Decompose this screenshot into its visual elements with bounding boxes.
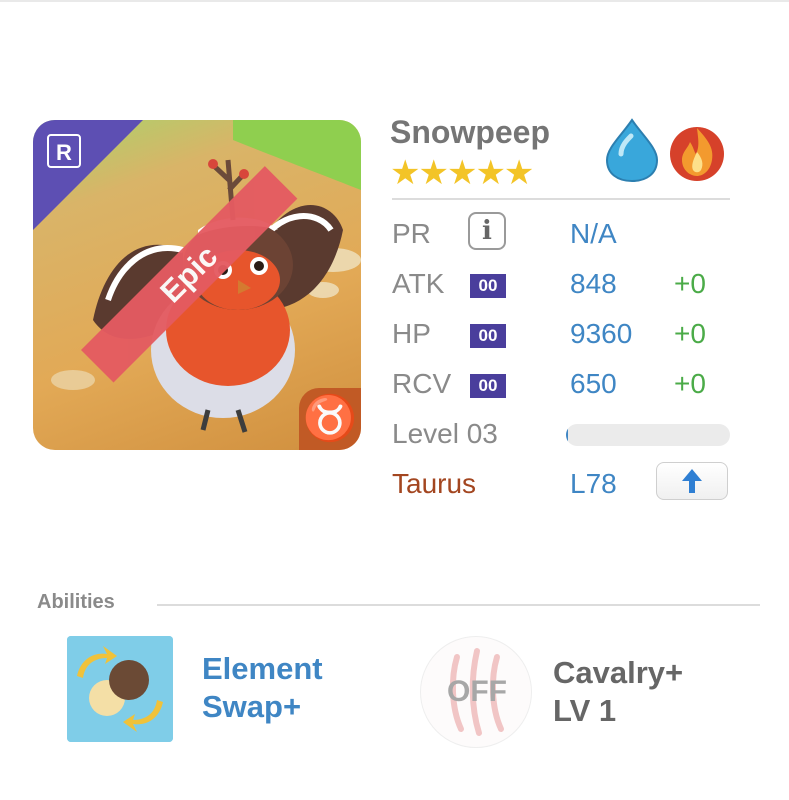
rcv-label: RCV [392, 368, 452, 399]
rcv-plus-tag: 00 [470, 374, 506, 398]
hp-bonus: +0 [674, 318, 706, 349]
star-rating: ★★★★★ [390, 154, 534, 192]
zodiac-label: Taurus [392, 468, 477, 499]
fire-icon [668, 118, 726, 182]
atk-label: ATK [392, 268, 445, 299]
pr-label: PR [392, 218, 431, 249]
atk-plus-tag: 00 [470, 274, 506, 298]
arrow-up-icon [682, 469, 702, 493]
level-label: Level 03 [392, 418, 498, 449]
element-swap-icon[interactable] [67, 636, 173, 742]
zodiac-level: L78 [570, 468, 617, 499]
rcv-bonus: +0 [674, 368, 706, 399]
water-drop-icon [603, 118, 661, 183]
top-divider [0, 0, 789, 2]
badge-letter: R [56, 140, 72, 165]
hp-plus-tag: 00 [470, 324, 506, 348]
abilities-heading: Abilities [37, 591, 115, 613]
stat-row-level: Level 03 [392, 412, 732, 452]
ability-cavalry[interactable]: Cavalry+ LV 1 [553, 654, 683, 730]
stat-row-pr: PR i N/A [392, 212, 732, 252]
ability-2-name-line2: LV 1 [553, 693, 617, 728]
hp-value: 9360 [570, 318, 633, 349]
stat-row-hp: HP 00 9360 +0 [392, 312, 732, 352]
stat-row-rcv: RCV 00 650 +0 [392, 362, 732, 402]
pr-value: N/A [570, 218, 617, 249]
atk-value: 848 [570, 268, 617, 299]
ability-2-name-line1: Cavalry+ [553, 655, 684, 690]
stat-row-atk: ATK 00 848 +0 [392, 262, 732, 302]
claw-scratch-icon[interactable]: OFF [420, 636, 532, 748]
ability-1-name-line2: Swap+ [202, 689, 302, 724]
pet-portrait[interactable]: R Epic ♉ [33, 120, 361, 450]
taurus-icon: ♉ [299, 388, 361, 450]
ability-1-name-line1: Element [202, 651, 323, 686]
hp-label: HP [392, 318, 431, 349]
abilities-divider [157, 604, 760, 606]
level-progress-fill [566, 424, 568, 446]
level-progress-bar [566, 424, 730, 446]
pet-name: Snowpeep [390, 114, 551, 150]
ability-status-off: OFF [447, 675, 507, 708]
ability-element-swap[interactable]: Element Swap+ [202, 650, 323, 726]
upgrade-button[interactable] [656, 462, 728, 500]
info-button[interactable]: i [468, 212, 506, 250]
atk-bonus: +0 [674, 268, 706, 299]
rarity-r-badge: R [47, 134, 81, 168]
stats-divider [392, 198, 730, 200]
stat-row-zodiac: Taurus L78 [392, 462, 732, 502]
rcv-value: 650 [570, 368, 617, 399]
